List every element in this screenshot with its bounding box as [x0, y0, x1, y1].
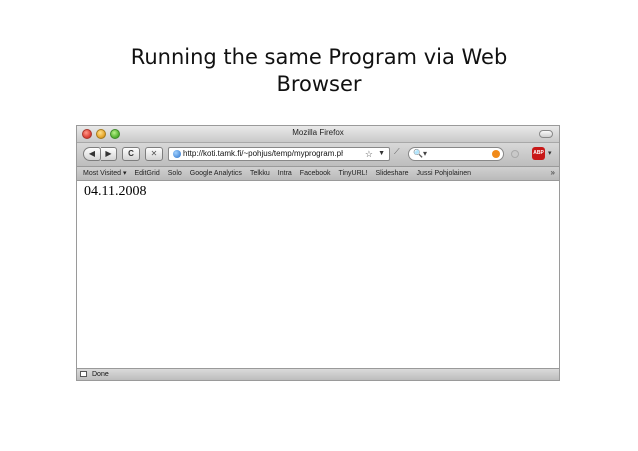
status-bar: Done — [77, 368, 559, 380]
url-input[interactable] — [183, 148, 343, 160]
bookmark-item[interactable]: EditGrid — [134, 169, 159, 178]
stop-button[interactable]: ✕ — [145, 147, 163, 161]
history-dropdown-icon[interactable]: ▼ — [378, 148, 385, 160]
bookmark-star-icon[interactable]: ☆ — [365, 148, 373, 160]
adblock-icon[interactable]: ABP — [532, 147, 545, 160]
back-button[interactable]: ◀ — [83, 147, 101, 161]
slide-title-line-2: Browser — [276, 72, 362, 96]
address-bar[interactable]: ☆ ▼ — [168, 147, 390, 161]
slide-title-line-1: Running the same Program via Web — [130, 45, 508, 69]
title-bar: Mozilla Firefox — [77, 126, 559, 143]
window-title: Mozilla Firefox — [292, 128, 344, 137]
slide-title: Running the same Program via Web Browser — [0, 44, 638, 98]
bookmark-item[interactable]: Google Analytics — [190, 169, 242, 178]
search-input[interactable] — [425, 148, 485, 160]
bookmark-item[interactable]: Intra — [278, 169, 292, 178]
bookmarks-toolbar: Most Visited ▾ EditGrid Solo Google Analyti… — [77, 167, 559, 181]
toolbar-toggle-button[interactable] — [539, 130, 553, 138]
search-bar[interactable]: 🔍▾ — [408, 147, 504, 161]
status-icon — [80, 371, 87, 377]
adblock-dropdown-icon[interactable]: ▾ — [548, 149, 552, 157]
page-content: 04.11.2008 — [77, 181, 559, 369]
globe-icon — [173, 150, 181, 158]
bookmark-item[interactable]: Slideshare — [375, 169, 408, 178]
addon-icon[interactable] — [511, 150, 519, 158]
bookmark-item[interactable]: Facebook — [300, 169, 331, 178]
bookmark-item[interactable]: Most Visited ▾ — [83, 169, 126, 178]
page-date-text: 04.11.2008 — [84, 184, 147, 199]
bookmarks-overflow-icon[interactable]: » — [551, 168, 555, 177]
forward-button[interactable]: ▶ — [101, 147, 117, 161]
bookmark-item[interactable]: TinyURL! — [339, 169, 368, 178]
navigation-toolbar: ◀ ▶ C ✕ ☆ ▼ ⟋ 🔍▾ ABP ▾ — [77, 143, 559, 167]
bookmark-item[interactable]: Solo — [168, 169, 182, 178]
status-text: Done — [92, 371, 109, 378]
bookmark-list: Most Visited ▾ EditGrid Solo Google Analyti… — [83, 169, 479, 178]
feed-icon[interactable]: ⟋ — [394, 147, 400, 157]
bookmark-item[interactable]: Telkku — [250, 169, 270, 178]
search-go-icon[interactable] — [492, 150, 500, 158]
reload-button[interactable]: C — [122, 147, 140, 161]
bookmark-item[interactable]: Jussi Pohjolainen — [417, 169, 471, 178]
browser-window: Mozilla Firefox ◀ ▶ C ✕ ☆ ▼ ⟋ 🔍▾ ABP ▾ M… — [76, 125, 560, 381]
